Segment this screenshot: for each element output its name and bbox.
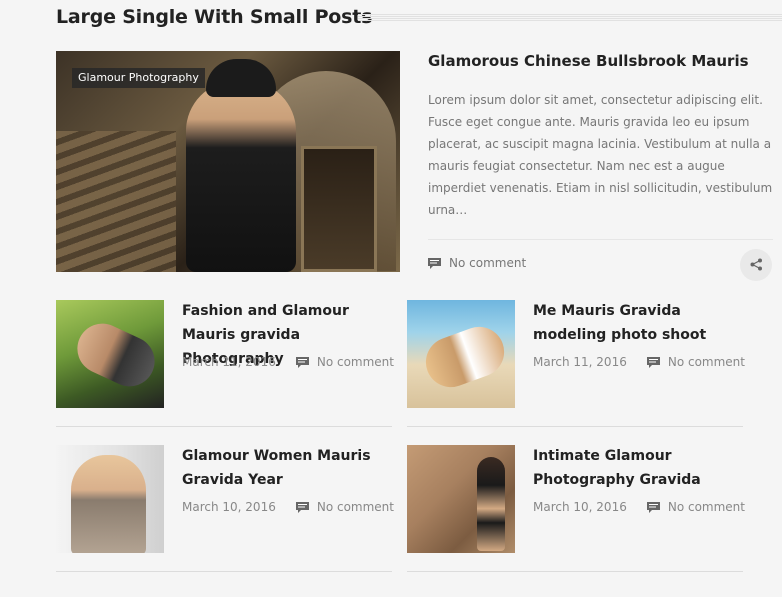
- image-stairs: [56, 131, 176, 272]
- featured-divider: [428, 239, 773, 240]
- post-date: March 11, 2016: [182, 355, 276, 369]
- comment-icon: [428, 257, 441, 269]
- post-comment-count: No comment: [667, 500, 745, 514]
- image-door: [301, 146, 377, 272]
- row-divider: [407, 571, 743, 572]
- post-thumbnail[interactable]: [407, 300, 515, 408]
- comment-icon: [646, 356, 660, 368]
- image-model: [186, 81, 296, 272]
- post-comment-count: No comment: [316, 355, 394, 369]
- featured-post-title[interactable]: Glamorous Chinese Bullsbrook Mauris: [428, 52, 749, 70]
- post-thumbnail[interactable]: [56, 445, 164, 553]
- image-hat: [206, 59, 276, 97]
- comment-icon: [646, 501, 660, 513]
- post-meta: March 10, 2016 No comment: [533, 500, 745, 514]
- post-comment-link[interactable]: No comment: [646, 355, 745, 369]
- post-meta: March 11, 2016 No comment: [533, 355, 745, 369]
- category-badge[interactable]: Glamour Photography: [72, 68, 205, 88]
- post-date: March 11, 2016: [533, 355, 627, 369]
- featured-post-excerpt: Lorem ipsum dolor sit amet, consectetur …: [428, 93, 773, 217]
- post-thumbnail[interactable]: [407, 445, 515, 553]
- share-icon: [750, 256, 763, 275]
- post-comment-count: No comment: [316, 500, 394, 514]
- post-title[interactable]: Glamour Women Mauris Gravida Year: [182, 444, 397, 492]
- featured-comment-count: No comment: [449, 256, 527, 270]
- section-title-rule: [358, 14, 782, 21]
- post-comment-link[interactable]: No comment: [295, 500, 394, 514]
- post-comment-count: No comment: [667, 355, 745, 369]
- row-divider: [56, 571, 392, 572]
- post-comment-link[interactable]: No comment: [295, 355, 394, 369]
- post-title[interactable]: Intimate Glamour Photography Gravida: [533, 444, 748, 492]
- comment-icon: [295, 501, 309, 513]
- section-title: Large Single With Small Posts: [56, 6, 373, 28]
- post-date: March 10, 2016: [182, 500, 276, 514]
- share-button[interactable]: [740, 249, 772, 281]
- post-date: March 10, 2016: [533, 500, 627, 514]
- post-comment-link[interactable]: No comment: [646, 500, 745, 514]
- row-divider: [56, 426, 392, 427]
- post-thumbnail[interactable]: [56, 300, 164, 408]
- row-divider: [407, 426, 743, 427]
- post-title[interactable]: Me Mauris Gravida modeling photo shoot: [533, 299, 748, 347]
- post-meta: March 10, 2016 No comment: [182, 500, 394, 514]
- post-meta: March 11, 2016 No comment: [182, 355, 394, 369]
- comment-icon: [295, 356, 309, 368]
- featured-comment-link[interactable]: No comment: [428, 256, 526, 270]
